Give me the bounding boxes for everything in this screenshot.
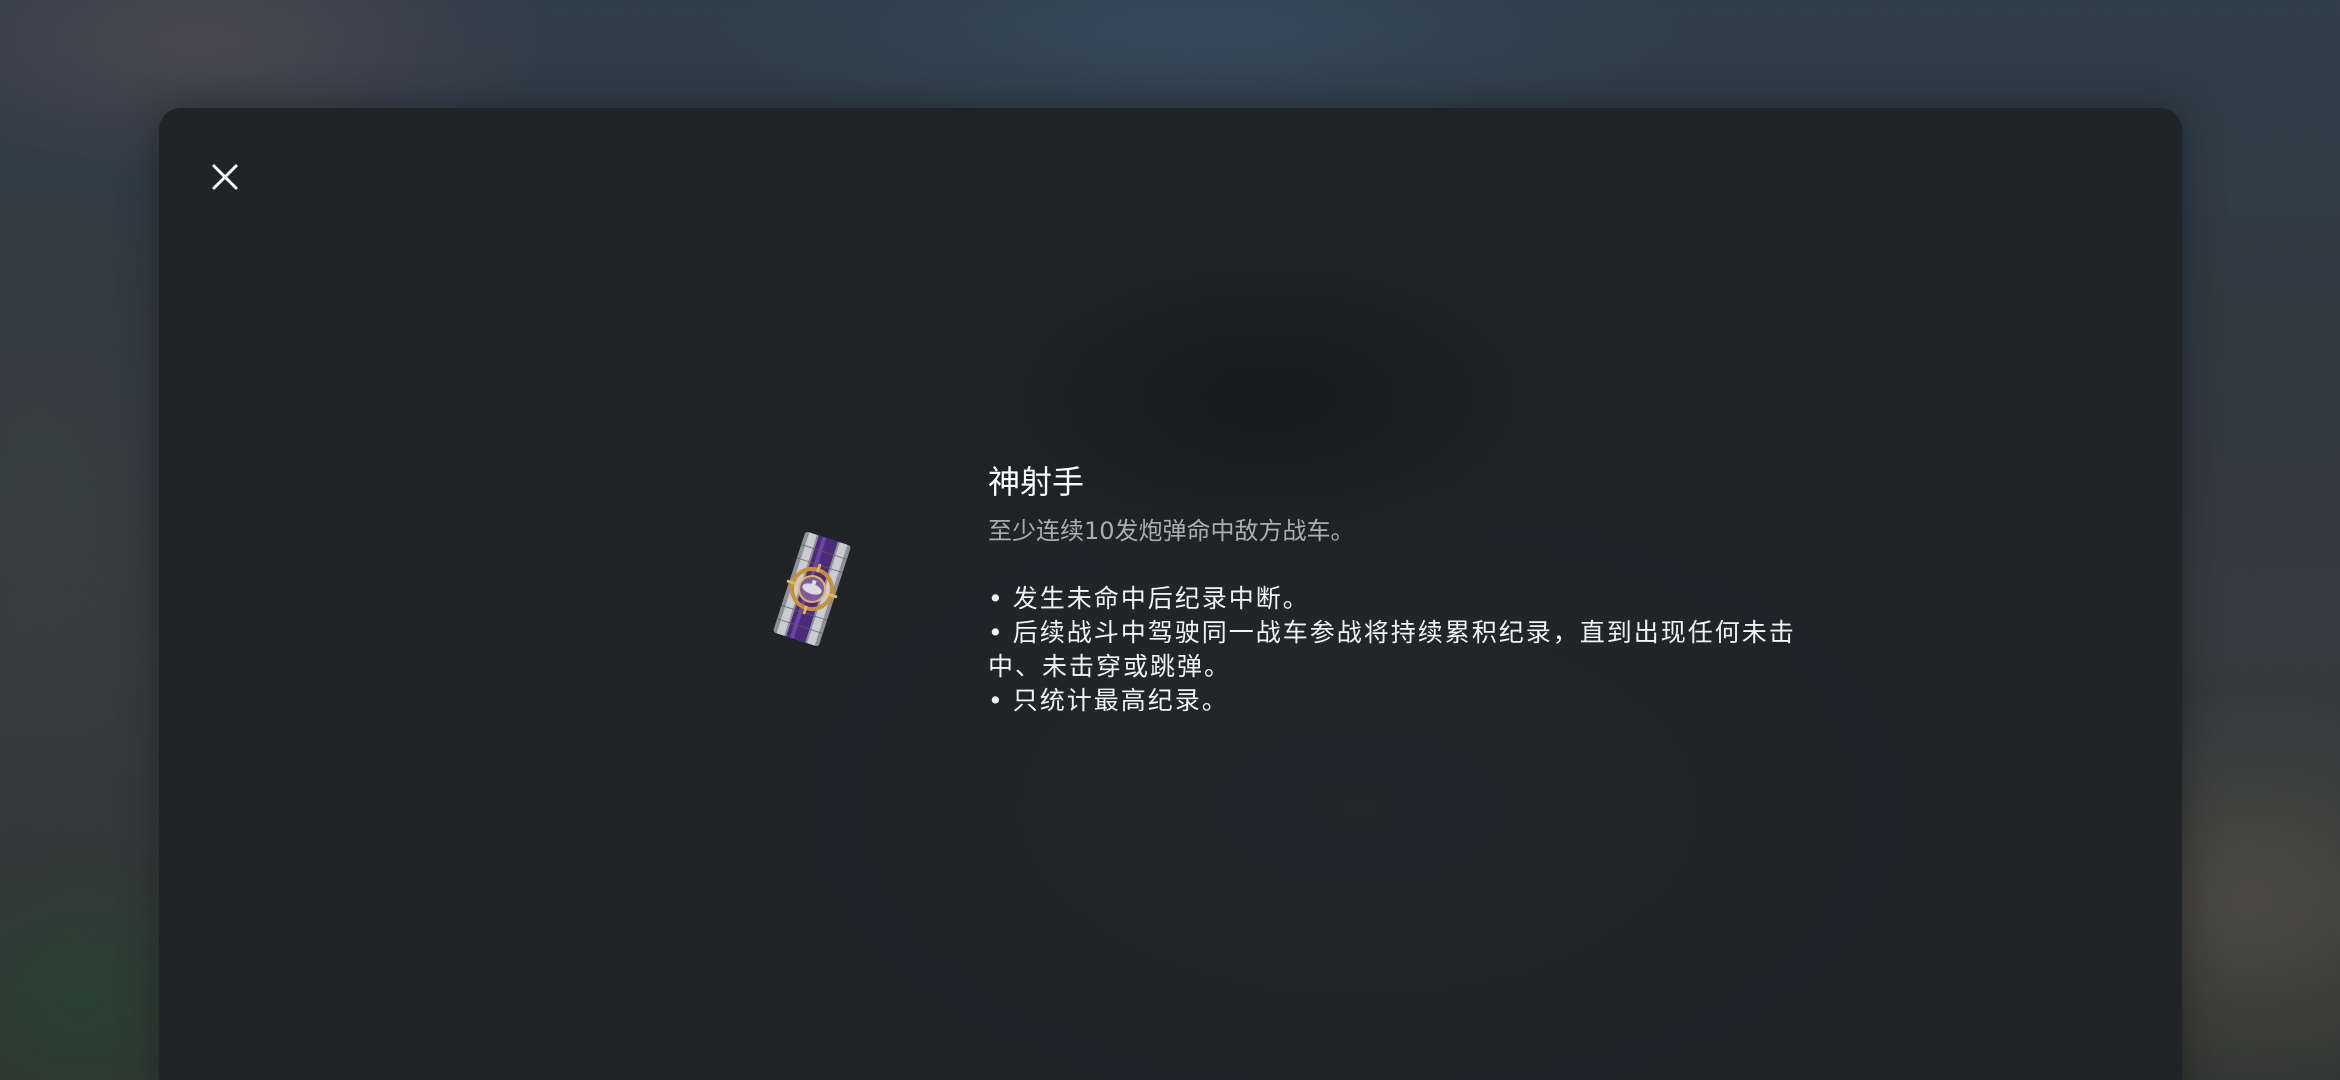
- rule-item: • 只统计最高纪录。: [988, 684, 1828, 718]
- bullet: •: [988, 584, 1005, 613]
- close-button[interactable]: [200, 152, 250, 202]
- achievement-rules-list: • 发生未命中后纪录中断。 • 后续战斗中驾驶同一战车参战将持续累积纪录，直到出现任…: [988, 582, 1828, 718]
- rule-text: 后续战斗中驾驶同一战车参战将持续累积纪录，直到出现任何未击中、未击穿或跳弹。: [988, 618, 1796, 681]
- close-icon: [212, 164, 238, 190]
- rule-text: 发生未命中后纪录中断。: [1012, 584, 1310, 613]
- bullet: •: [988, 686, 1005, 715]
- achievement-info: 神射手 至少连续10发炮弹命中敌方战车。 • 发生未命中后纪录中断。 • 后续战斗中…: [988, 460, 1828, 718]
- rule-text: 只统计最高纪录。: [1012, 686, 1229, 715]
- rule-item: • 发生未命中后纪录中断。: [988, 582, 1828, 616]
- sharpshooter-medal-icon: [766, 530, 858, 648]
- bullet: •: [988, 618, 1005, 647]
- achievement-title: 神射手: [988, 463, 1085, 501]
- rule-item: • 后续战斗中驾驶同一战车参战将持续累积纪录，直到出现任何未击中、未击穿或跳弹。: [988, 616, 1828, 684]
- achievement-description: 至少连续10发炮弹命中敌方战车。: [988, 517, 1355, 545]
